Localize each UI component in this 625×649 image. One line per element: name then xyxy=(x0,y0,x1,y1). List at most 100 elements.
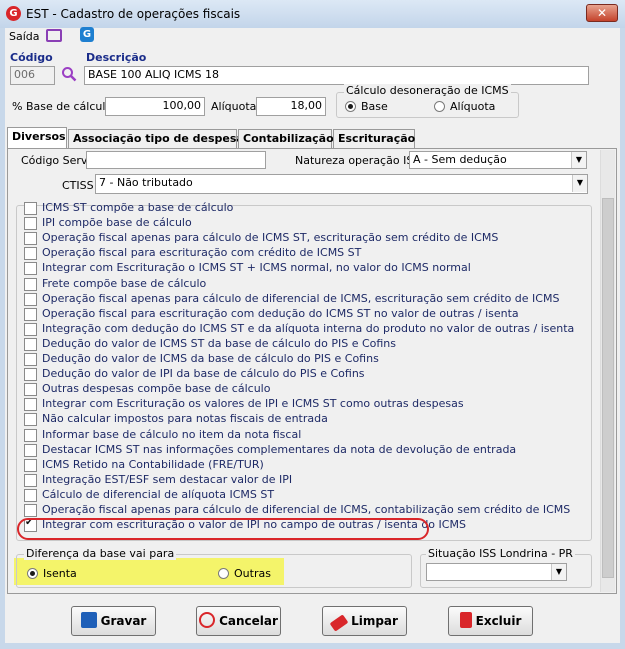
chevron-down-icon[interactable]: ▼ xyxy=(572,175,587,192)
tab-associacao-tipo-despesa[interactable]: Associação tipo de despesa xyxy=(68,129,244,149)
panel-scrollbar[interactable] xyxy=(600,150,615,592)
descricao-field[interactable]: BASE 100 ALIQ ICMS 18 xyxy=(84,66,589,85)
option-checkbox-row[interactable]: Operação fiscal apenas para cálculo de I… xyxy=(24,231,584,246)
option-checkbox-row[interactable]: Dedução do valor de IPI da base de cálcu… xyxy=(24,367,584,382)
option-checkbox[interactable] xyxy=(24,443,37,457)
option-checkbox-row[interactable]: Integrar com Escrituração os valores de … xyxy=(24,397,584,412)
window-title: EST - Cadastro de operações fiscais xyxy=(26,7,241,21)
option-checkbox[interactable] xyxy=(24,383,37,397)
search-icon[interactable] xyxy=(61,66,77,82)
option-checkbox[interactable] xyxy=(24,247,37,261)
excluir-button[interactable]: Excluir xyxy=(448,606,533,636)
situacao-iss-title: Situação ISS Londrina - PR xyxy=(426,547,575,560)
option-checkbox[interactable] xyxy=(24,353,37,366)
chevron-down-icon[interactable]: ▼ xyxy=(551,564,566,580)
gravar-button[interactable]: Gravar xyxy=(71,606,156,636)
option-checkbox-row[interactable]: Outras despesas compõe base de cálculo xyxy=(24,382,584,397)
option-checkbox-label: Outras despesas compõe base de cálculo xyxy=(42,382,271,396)
option-checkbox[interactable] xyxy=(24,292,37,306)
option-checkbox-row[interactable]: Operação fiscal apenas para cálculo de d… xyxy=(24,292,584,307)
ctiss-label: CTISS xyxy=(62,179,94,192)
gravar-label: Gravar xyxy=(100,614,147,628)
limpar-button[interactable]: Limpar xyxy=(322,606,407,636)
option-checkbox-label: Operação fiscal apenas para cálculo de I… xyxy=(42,231,499,245)
option-checkbox[interactable] xyxy=(24,458,37,472)
aliquota-field[interactable]: 18,00 xyxy=(256,97,326,116)
option-checkbox-row[interactable]: Frete compõe base de cálculo xyxy=(24,277,584,292)
codigo-servico-field[interactable] xyxy=(86,151,266,169)
option-checkbox[interactable] xyxy=(24,473,37,487)
cancelar-button[interactable]: Cancelar xyxy=(196,606,281,636)
tab-escrituracao[interactable]: Escrituração xyxy=(333,129,415,149)
option-checkbox-row[interactable]: Integração com dedução do ICMS ST e da a… xyxy=(24,322,584,337)
option-checkbox[interactable] xyxy=(24,398,37,412)
option-checkbox-label: Frete compõe base de cálculo xyxy=(42,276,207,290)
option-checkbox[interactable] xyxy=(24,488,37,502)
app-shortcut-icon[interactable]: G xyxy=(80,27,94,42)
option-checkbox[interactable] xyxy=(24,322,37,336)
diferenca-isenta-radio[interactable] xyxy=(27,568,38,579)
option-checkbox-row[interactable]: Cálculo de diferencial de alíquota ICMS … xyxy=(24,488,584,503)
option-checkbox[interactable] xyxy=(24,232,37,246)
diferenca-isenta-label: Isenta xyxy=(43,567,77,580)
option-checkbox[interactable] xyxy=(24,368,37,382)
codigo-servico-label: Código Servi xyxy=(21,154,91,167)
chevron-down-icon[interactable]: ▼ xyxy=(571,152,586,168)
option-checkbox-label: Dedução do valor de ICMS ST da base de c… xyxy=(42,336,397,350)
option-checkbox-row[interactable]: Operação fiscal apenas para cálculo de d… xyxy=(24,503,584,518)
monitor-icon[interactable] xyxy=(46,29,62,42)
diferenca-title: Diferença da base vai para xyxy=(24,547,177,560)
option-checkbox[interactable] xyxy=(24,217,37,231)
desoneracao-base-label: Base xyxy=(361,100,388,113)
option-checkbox-row[interactable]: Operação fiscal para escrituração com cr… xyxy=(24,246,584,261)
scrollbar-thumb[interactable] xyxy=(602,198,614,578)
option-checkbox[interactable] xyxy=(24,413,37,427)
codigo-field[interactable]: 006 xyxy=(10,66,55,85)
option-checkbox-label: Dedução do valor de ICMS da base de cálc… xyxy=(42,352,379,365)
natureza-select[interactable]: A - Sem dedução ▼ xyxy=(409,151,587,169)
tab-contabilizacao[interactable]: Contabilização xyxy=(238,129,334,149)
mode-label: Saída xyxy=(9,30,40,43)
option-checkbox[interactable] xyxy=(24,504,37,517)
desoneracao-base-radio[interactable] xyxy=(345,101,356,112)
option-checkbox-label: Dedução do valor de IPI da base de cálcu… xyxy=(42,367,365,381)
desoneracao-title: Cálculo desoneração de ICMS xyxy=(344,84,511,97)
option-checkbox-label: Integração com dedução do ICMS ST e da a… xyxy=(42,321,575,335)
option-checkbox-row[interactable]: Dedução do valor de ICMS ST da base de c… xyxy=(24,337,584,352)
option-checkbox[interactable] xyxy=(24,262,37,276)
option-checkbox-label: IPI compõe base de cálculo xyxy=(42,216,192,230)
option-checkbox-row[interactable]: Não calcular impostos para notas fiscais… xyxy=(24,412,584,427)
excluir-label: Excluir xyxy=(475,614,522,628)
option-checkbox-row[interactable]: ICMS ST compõe a base de cálculo xyxy=(24,201,584,216)
option-checkbox-row[interactable]: Integrar com Escrituração o ICMS ST + IC… xyxy=(24,261,584,276)
ctiss-select[interactable]: 7 - Não tributado ▼ xyxy=(95,174,588,194)
option-checkbox[interactable] xyxy=(24,428,37,442)
diferenca-outras-label: Outras xyxy=(234,567,271,580)
option-checkbox[interactable] xyxy=(24,202,37,215)
option-checkbox-row[interactable]: Informar base de cálculo no item da nota… xyxy=(24,428,584,443)
option-checkbox[interactable] xyxy=(24,337,37,351)
eraser-icon xyxy=(329,614,349,632)
diferenca-outras-radio[interactable] xyxy=(218,568,229,579)
option-checkbox-row[interactable]: Destacar ICMS ST nas informações complem… xyxy=(24,443,584,458)
close-button[interactable]: ✕ xyxy=(586,4,618,22)
base-calculo-field[interactable]: 100,00 xyxy=(105,97,205,116)
situacao-iss-select[interactable]: ▼ xyxy=(426,563,567,581)
option-checkbox-label: Integração EST/ESF sem destacar valor de… xyxy=(42,472,293,486)
option-checkbox-label: ICMS Retido na Contabilidade (FRE/TUR) xyxy=(42,457,264,471)
option-checkbox-row[interactable]: IPI compõe base de cálculo xyxy=(24,216,584,231)
option-checkbox-label: Integrar com Escrituração os valores de … xyxy=(42,397,464,411)
natureza-label: Natureza operação ISS xyxy=(295,154,421,167)
option-checkbox-row[interactable]: Operação fiscal para escrituração com de… xyxy=(24,307,584,322)
option-checkbox[interactable] xyxy=(24,277,37,291)
desoneracao-aliquota-radio[interactable] xyxy=(434,101,445,112)
option-checkbox-label: Operação fiscal apenas para cálculo de d… xyxy=(42,503,571,516)
aliquota-label: Alíquota xyxy=(211,100,257,113)
option-checkbox-row[interactable]: Dedução do valor de ICMS da base de cálc… xyxy=(24,352,584,367)
tab-diversos[interactable]: Diversos xyxy=(7,127,67,149)
option-checkbox-row[interactable]: Integração EST/ESF sem destacar valor de… xyxy=(24,473,584,488)
option-checkbox-label: Integrar com Escrituração o ICMS ST + IC… xyxy=(42,261,471,275)
option-checkbox-label: Informar base de cálculo no item da nota… xyxy=(42,427,302,441)
option-checkbox[interactable] xyxy=(24,307,37,321)
option-checkbox-row[interactable]: ICMS Retido na Contabilidade (FRE/TUR) xyxy=(24,458,584,473)
